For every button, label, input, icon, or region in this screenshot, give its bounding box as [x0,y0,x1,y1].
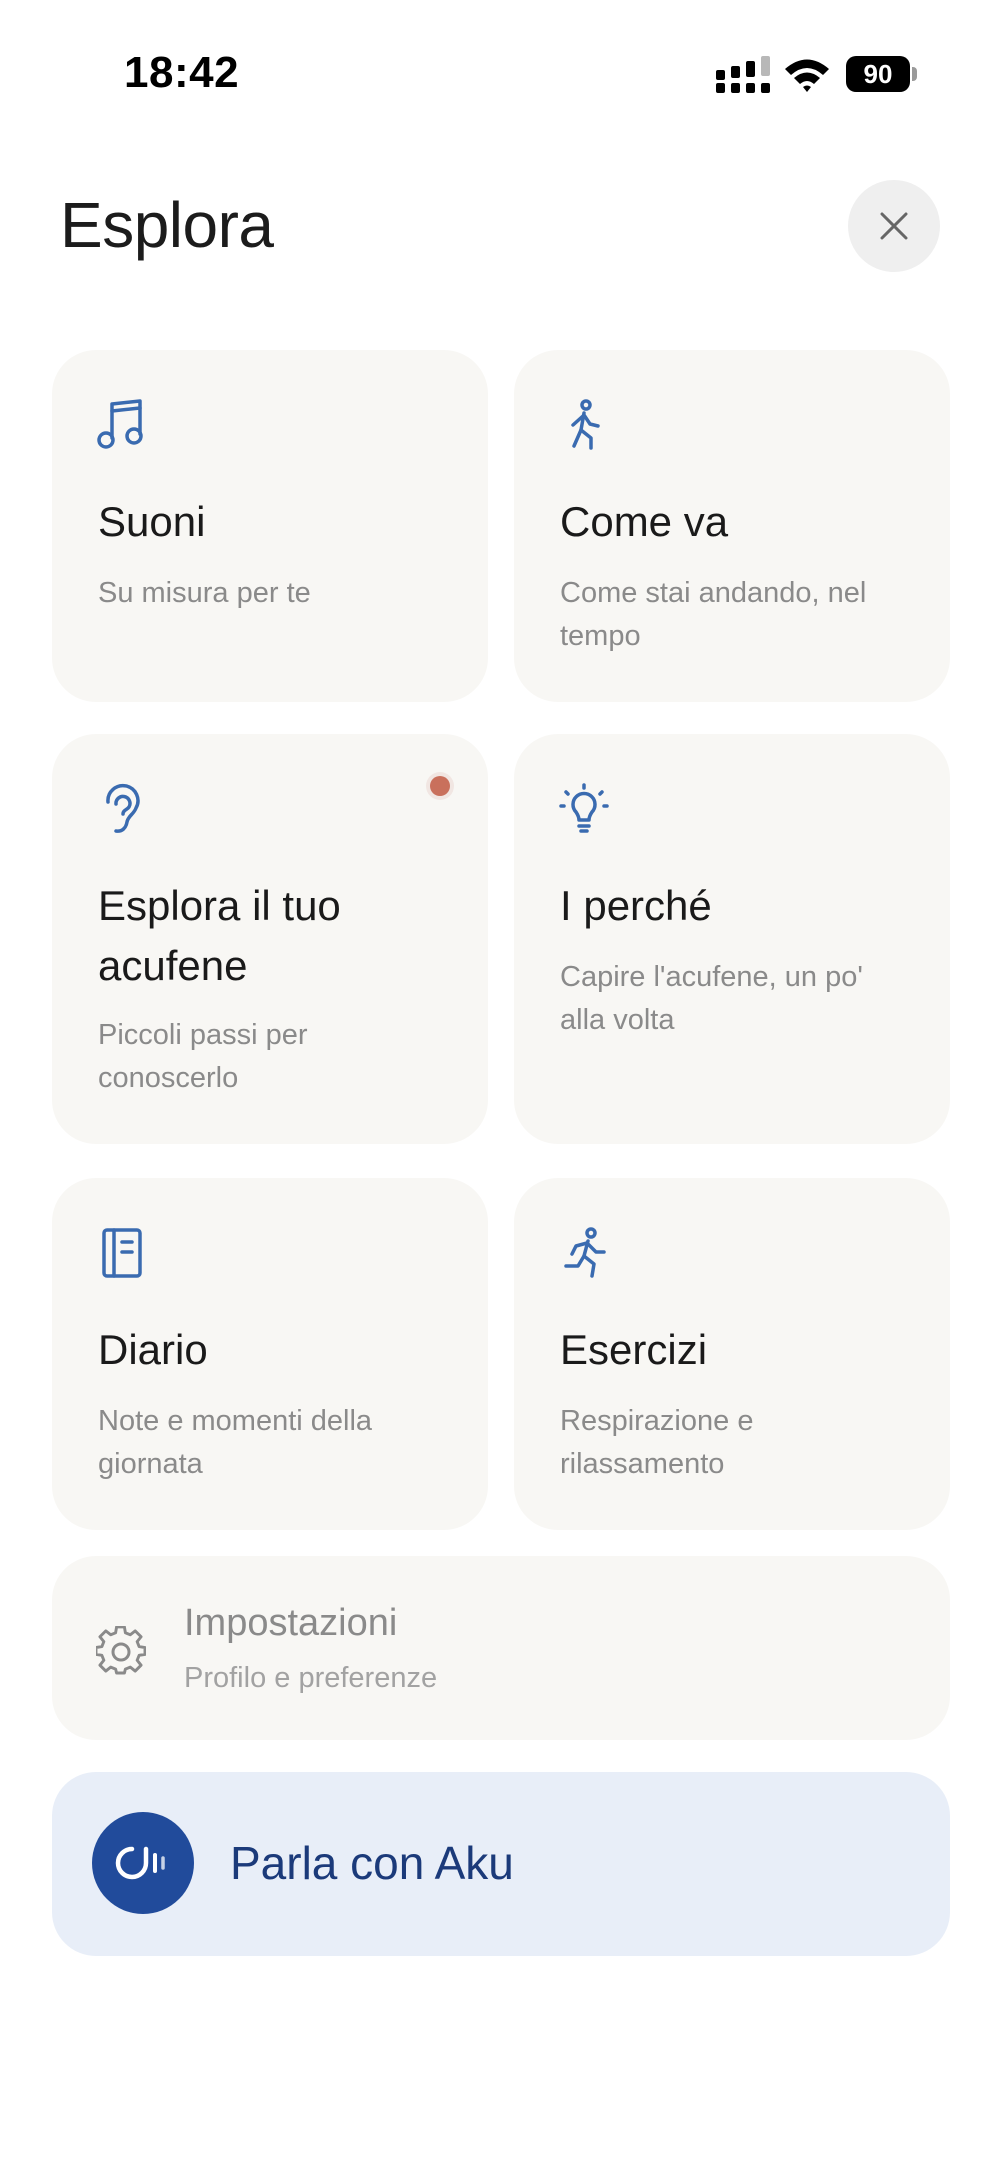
card-title: Diario [98,1326,208,1373]
explore-screen: 18:42 90 Esplora Suoni Su misura per te … [0,0,1000,2168]
card-esercizi[interactable]: Esercizi Respirazione e rilassamento [514,1178,950,1530]
card-suoni[interactable]: Suoni Su misura per te [52,350,488,702]
aku-label: Parla con Aku [230,1837,514,1889]
card-subtitle: Piccoli passi per conoscerlo [98,1019,308,1094]
card-subtitle: Note e momenti della giornata [98,1405,373,1480]
talk-with-aku-button[interactable]: Parla con Aku [52,1772,950,1956]
signal-bars-icon [716,56,770,93]
battery-level: 90 [846,56,910,92]
card-subtitle: Su misura per te [98,577,311,609]
settings-label: Impostazioni [184,1602,398,1644]
card-esplora-acufene[interactable]: Esplora il tuo acufene Piccoli passi per… [52,734,488,1144]
gear-icon [96,1626,146,1675]
ear-icon [106,783,140,833]
status-time: 18:42 [124,48,240,97]
status-bar: 18:42 90 [0,0,1000,150]
card-title: I perché [560,882,712,929]
battery-indicator: 90 [846,56,918,92]
settings-subtitle: Profilo e preferenze [184,1662,438,1694]
close-icon [880,212,908,240]
card-come-va[interactable]: Come va Come stai andando, nel tempo [514,350,950,702]
aku-voice-icon [115,1846,165,1880]
card-i-perche[interactable]: I perché Capire l'acufene, un po' alla v… [514,734,950,1144]
card-title: Come va [560,498,729,545]
notebook-icon [102,1228,142,1278]
card-subtitle: Respirazione e rilassamento [560,1405,754,1480]
card-subtitle: Come stai andando, nel tempo [560,577,867,652]
lightbulb-icon [559,783,609,833]
card-title: Esercizi [560,1326,708,1373]
running-person-icon [564,1227,606,1278]
notification-badge [430,776,450,796]
page-title: Esplora [60,189,274,261]
music-note-icon [97,399,143,449]
settings-row[interactable]: Impostazioni Profilo e preferenze [52,1556,950,1740]
card-title: Esplora il tuo acufene [98,882,341,989]
card-subtitle: Capire l'acufene, un po' alla volta [560,961,863,1036]
close-button[interactable] [848,180,940,272]
card-diario[interactable]: Diario Note e momenti della giornata [52,1178,488,1530]
card-title: Suoni [98,498,206,545]
walking-person-icon [571,399,600,450]
aku-avatar [92,1812,194,1914]
wifi-icon [785,59,829,92]
